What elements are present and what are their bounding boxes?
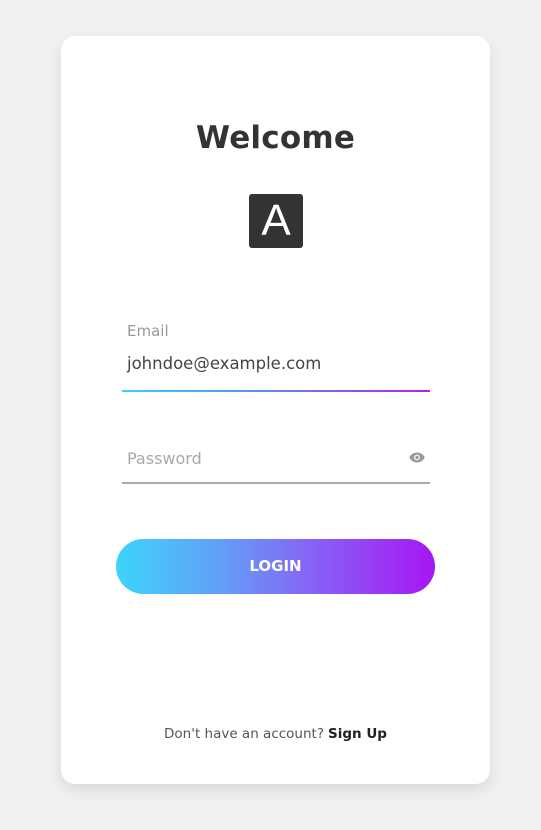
email-label: Email — [127, 322, 169, 340]
eye-icon[interactable] — [409, 452, 425, 463]
password-field[interactable]: Password — [122, 446, 430, 484]
signup-link[interactable]: Sign Up — [328, 726, 387, 742]
page-title: Welcome — [195, 120, 356, 156]
signup-prompt: Don't have an account? Sign Up — [61, 726, 490, 742]
password-underline — [122, 482, 430, 484]
login-button[interactable]: LOGIN — [116, 539, 435, 594]
signup-prompt-text: Don't have an account? — [164, 726, 325, 742]
email-field[interactable]: Email johndoe@example.com — [122, 322, 430, 392]
password-placeholder: Password — [127, 449, 202, 468]
logo: A — [249, 194, 303, 248]
email-underline — [122, 390, 430, 392]
email-value[interactable]: johndoe@example.com — [127, 354, 321, 373]
login-card: Welcome A Email johndoe@example.com Pass… — [61, 36, 490, 784]
